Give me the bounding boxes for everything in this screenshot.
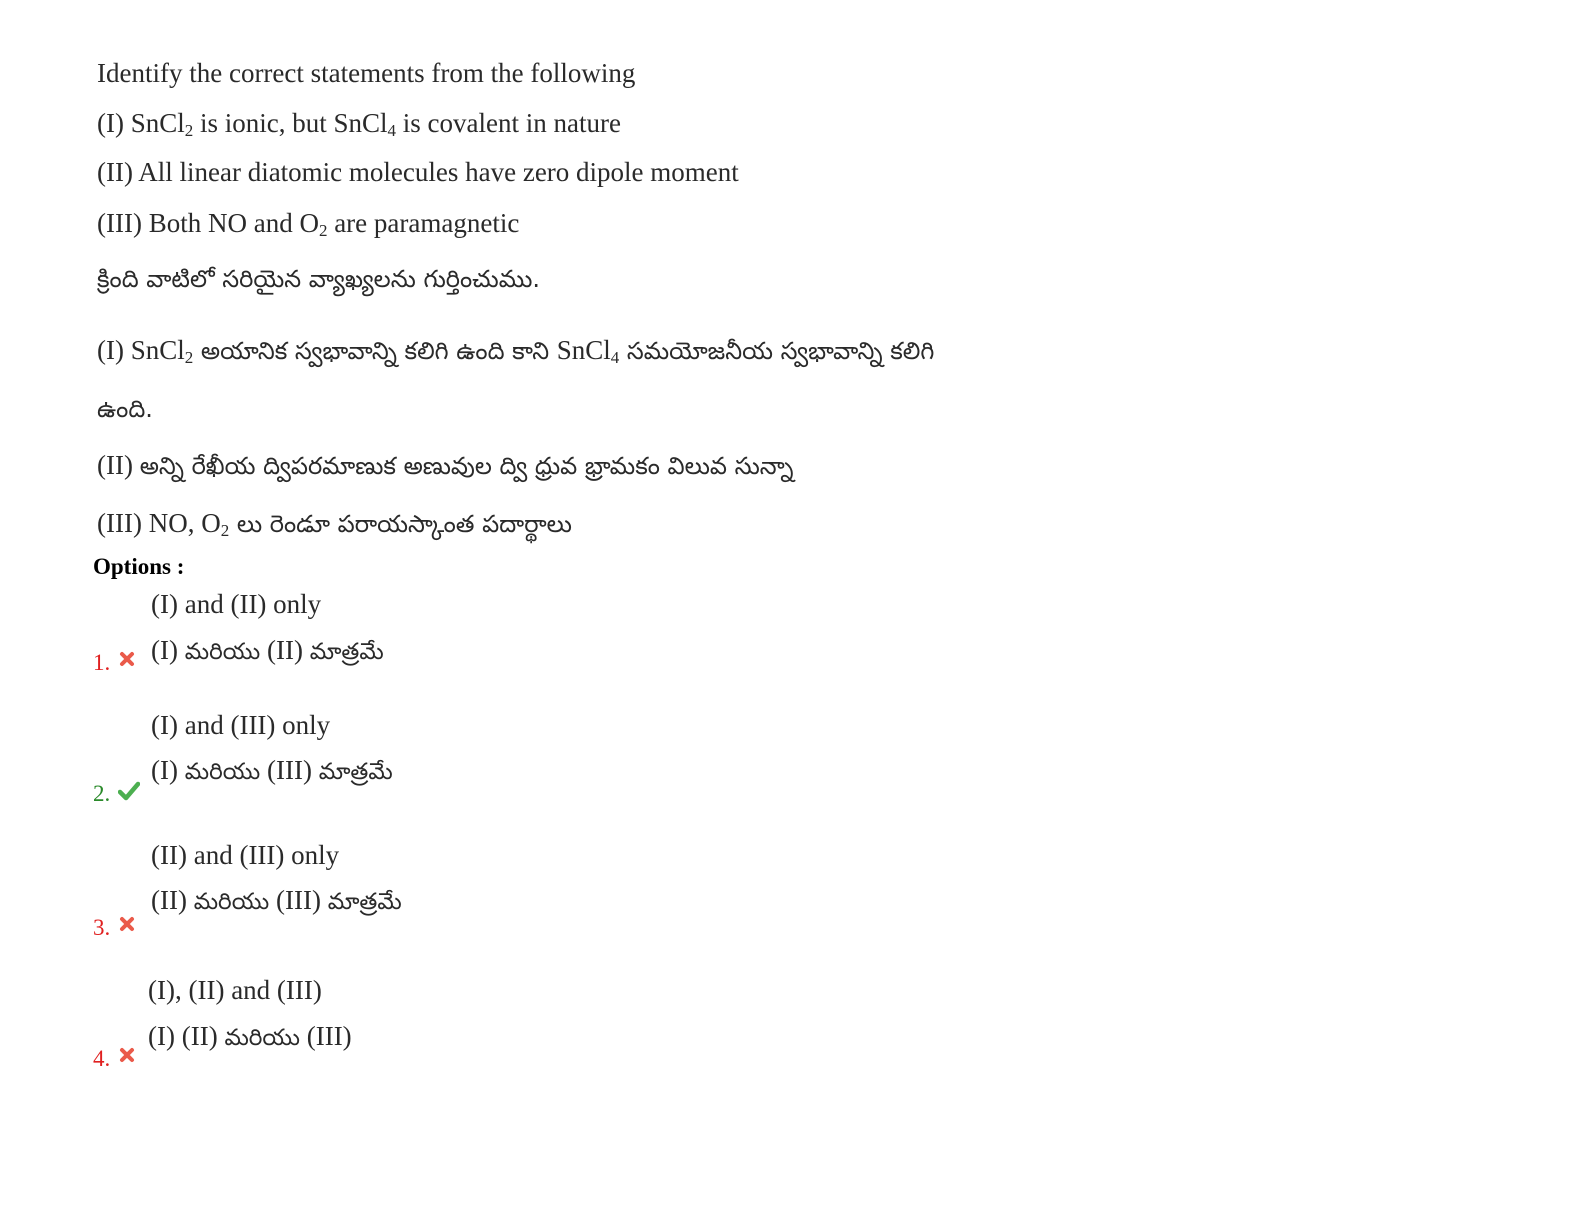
statement-1-telugu: (I) SnCl2 అయానిక స్వభావాన్ని కలిగి ఉంది … xyxy=(97,334,934,367)
option-1-number: 1. xyxy=(93,650,111,675)
statement-2-english: (II) All linear diatomic molecules have … xyxy=(97,156,739,188)
option-4-english: (I), (II) and (III) xyxy=(148,975,322,1005)
option-2-english: (I) and (III) only xyxy=(151,710,331,740)
stmt-text: is ionic, but SnCl xyxy=(193,108,388,138)
stmt-text: (II) All linear diatomic molecules have … xyxy=(97,157,739,187)
opt-text: (II) xyxy=(151,885,194,915)
opt-text: (II) xyxy=(260,635,310,665)
opt-text-telugu: మరియు xyxy=(224,1025,300,1051)
cross-icon xyxy=(120,652,134,666)
stmt-text: (I) SnCl xyxy=(97,335,185,365)
stmt-text-telugu: అన్ని రేఖీయ ద్విపరమాణుక అణువుల ద్వి ధ్రు… xyxy=(139,452,794,480)
statement-2-telugu: (II) అన్ని రేఖీయ ద్విపరమాణుక అణువుల ద్వి… xyxy=(97,449,793,482)
stmt-text: (III) NO, O xyxy=(97,508,221,538)
opt-text-telugu: మరియు xyxy=(184,639,261,665)
option-1[interactable]: (I) and (II) only (I) మరియు (II) మాత్రమే… xyxy=(0,588,700,708)
stmt-text: (II) xyxy=(97,450,140,480)
stmt-text: (III) Both NO and O xyxy=(97,208,319,238)
stmt-text-telugu: అయానిక స్వభావాన్ని కలిగి ఉంది కాని xyxy=(193,337,557,365)
subscript: 2 xyxy=(184,121,194,140)
option-2[interactable]: (I) and (III) only (I) మరియు (III) మాత్ర… xyxy=(0,709,700,829)
option-3-number: 3. xyxy=(93,915,111,940)
option-2-number: 2. xyxy=(93,781,111,806)
subscript: 4 xyxy=(387,121,397,140)
prompt-text: Identify the correct statements from the… xyxy=(97,58,636,88)
statement-1-telugu-continued: ఉంది. xyxy=(97,392,153,425)
prompt-text-telugu: క్రింది వాటిలో సరియైన వ్యాఖ్యలను గుర్తిం… xyxy=(97,265,541,293)
options-label: Options : xyxy=(93,554,185,579)
stmt-text-telugu: ఉంది. xyxy=(97,395,153,423)
opt-text-telugu: మాత్రమే xyxy=(309,639,384,665)
option-4[interactable]: (I), (II) and (III) (I) (II) మరియు (III)… xyxy=(0,974,700,1094)
stmt-text: are paramagnetic xyxy=(327,208,520,238)
opt-text-telugu: మాత్రమే xyxy=(327,889,402,915)
opt-text: (I) xyxy=(151,755,185,785)
question-prompt-english: Identify the correct statements from the… xyxy=(97,57,635,89)
subscript: 2 xyxy=(220,521,230,540)
cross-icon xyxy=(120,1048,134,1062)
opt-text-telugu: మరియు xyxy=(193,889,270,915)
option-1-english: (I) and (II) only xyxy=(151,589,322,619)
opt-text: (III) xyxy=(260,755,319,785)
cross-icon xyxy=(120,917,134,931)
opt-text: (III) xyxy=(299,1021,352,1051)
statement-1-english: (I) SnCl2 is ionic, but SnCl4 is covalen… xyxy=(97,107,621,139)
option-3-telugu: (II) మరియు (III) మాత్రమే xyxy=(151,884,402,918)
option-3[interactable]: (II) and (III) only (II) మరియు (III) మాత… xyxy=(0,839,700,959)
stmt-text: (I) SnCl xyxy=(97,108,185,138)
check-icon xyxy=(118,781,140,801)
option-3-english: (II) and (III) only xyxy=(151,840,340,870)
stmt-text: SnCl xyxy=(556,335,611,365)
subscript: 2 xyxy=(184,348,194,367)
stmt-text: is covalent in nature xyxy=(396,108,621,138)
opt-text: (I) xyxy=(151,635,185,665)
opt-text-telugu: మరియు xyxy=(184,759,261,785)
option-2-telugu: (I) మరియు (III) మాత్రమే xyxy=(151,754,393,788)
stmt-text-telugu: సమయోజనీయ స్వభావాన్ని కలిగి xyxy=(619,337,935,365)
stmt-text-telugu: లు రెండూ పరాయస్కాంత పదార్థాలు xyxy=(229,510,572,538)
statement-3-telugu: (III) NO, O2 లు రెండూ పరాయస్కాంత పదార్థా… xyxy=(97,507,572,540)
option-1-telugu: (I) మరియు (II) మాత్రమే xyxy=(151,634,384,668)
question-prompt-telugu: క్రింది వాటిలో సరియైన వ్యాఖ్యలను గుర్తిం… xyxy=(97,262,540,295)
statement-3-english: (III) Both NO and O2 are paramagnetic xyxy=(97,207,519,239)
opt-text-telugu: మాత్రమే xyxy=(318,759,393,785)
opt-text: (III) xyxy=(269,885,328,915)
opt-text: (I) (II) xyxy=(148,1021,225,1051)
option-4-telugu: (I) (II) మరియు (III) xyxy=(148,1020,352,1054)
option-4-number: 4. xyxy=(93,1046,111,1071)
subscript: 4 xyxy=(610,348,620,367)
